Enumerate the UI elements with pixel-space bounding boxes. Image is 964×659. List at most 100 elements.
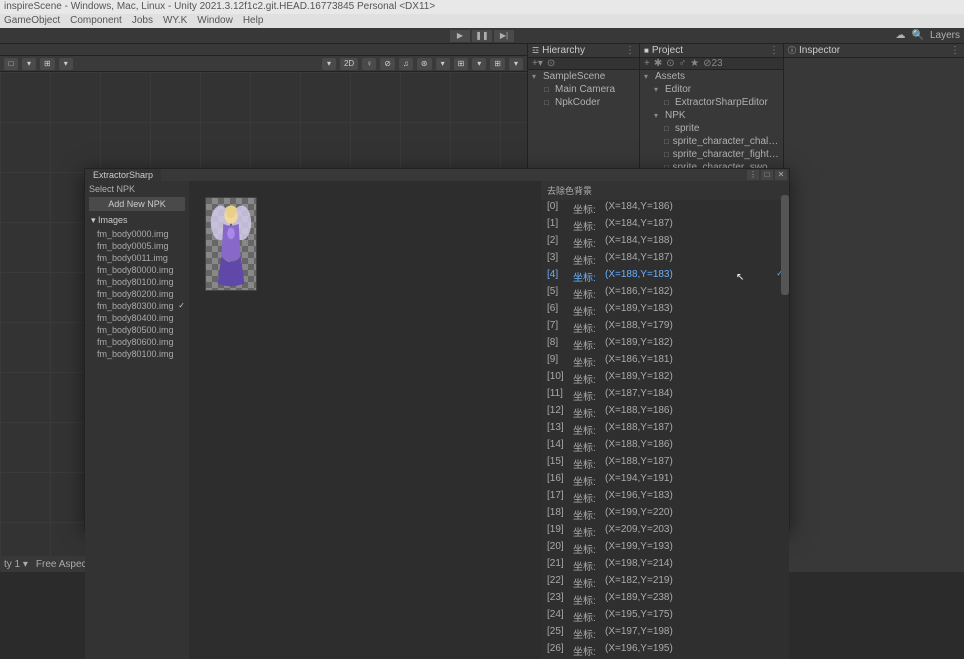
data-row[interactable]: [16]坐标:(X=194,Y=191) [543, 472, 787, 489]
pause-button[interactable]: ❚❚ [472, 30, 492, 42]
npk-item[interactable]: fm_body80000.img [85, 264, 189, 276]
scrollbar[interactable] [781, 195, 789, 295]
images-header[interactable]: ▾ Images [85, 213, 189, 228]
npk-item[interactable]: fm_body80100.img [85, 348, 189, 360]
toolbar-button[interactable]: ♀ [362, 58, 376, 70]
toolbar-icon[interactable]: ⊙ [666, 58, 674, 69]
toolbar-button[interactable]: ⊞ [454, 58, 469, 70]
maximize-button[interactable]: □ [761, 170, 773, 180]
tree-item[interactable]: □NpkCoder [528, 96, 639, 109]
toolbar-icon[interactable]: ✱ [654, 58, 662, 69]
tree-item[interactable]: ▾Editor [640, 83, 783, 96]
add-button[interactable]: +▾ [532, 58, 543, 69]
search-icon[interactable]: 🔍 [912, 30, 924, 41]
data-row[interactable]: [0]坐标:(X=184,Y=186) [543, 200, 787, 217]
tree-item[interactable]: □ExtractorSharpEditor [640, 96, 783, 109]
menu-item[interactable]: GameObject [4, 15, 60, 27]
npk-item[interactable]: fm_body80400.img [85, 312, 189, 324]
data-row[interactable]: [26]坐标:(X=196,Y=195) [543, 642, 787, 659]
data-row[interactable]: [10]坐标:(X=189,Y=182) [543, 370, 787, 387]
npk-item[interactable]: fm_body80500.img [85, 324, 189, 336]
toolbar-icon[interactable]: ⊘23 [703, 58, 723, 69]
dock-button[interactable]: ⋮ [747, 170, 759, 180]
data-row[interactable]: [13]坐标:(X=188,Y=187) [543, 421, 787, 438]
layers-dropdown[interactable]: Layers [930, 30, 960, 41]
play-button[interactable]: ▶ [450, 30, 470, 42]
toolbar-button[interactable]: ▾ [22, 58, 36, 70]
npk-item[interactable]: fm_body80200.img [85, 288, 189, 300]
toolbar-button[interactable]: ▾ [472, 58, 486, 70]
toolbar-button[interactable]: ⊛ [417, 58, 432, 70]
toolbar-button[interactable]: ▾ [59, 58, 73, 70]
toolbar-button[interactable]: ⊘ [380, 58, 395, 70]
data-row[interactable]: [23]坐标:(X=189,Y=238) [543, 591, 787, 608]
aspect-dropdown[interactable]: Free Aspect [36, 559, 89, 570]
toolbar-button[interactable]: ⊞ [490, 58, 505, 70]
extractor-tab-bar: ExtractorSharp ⋮ □ ✕ [85, 169, 789, 181]
data-row[interactable]: [5]坐标:(X=186,Y=182) [543, 285, 787, 302]
data-row[interactable]: [22]坐标:(X=182,Y=219) [543, 574, 787, 591]
menu-item[interactable]: Window [197, 15, 233, 27]
data-row[interactable]: [11]坐标:(X=187,Y=184) [543, 387, 787, 404]
npk-item[interactable]: fm_body80600.img [85, 336, 189, 348]
npk-item[interactable]: fm_body80100.img [85, 276, 189, 288]
toolbar-icon[interactable]: ♂ [679, 58, 687, 69]
data-row[interactable]: [7]坐标:(X=188,Y=179) [543, 319, 787, 336]
toolbar-icon[interactable]: ★ [690, 58, 699, 69]
cloud-icon[interactable]: ☁ [896, 30, 906, 41]
toolbar-button[interactable]: ♫ [399, 58, 413, 70]
tree-item[interactable]: □sprite_character_challenge2nd_ar [640, 135, 783, 148]
toolbar-button[interactable]: ▾ [322, 58, 336, 70]
search-icon[interactable]: ⊙ [547, 58, 555, 69]
inspector-panel: ⓘ Inspector ⋮ [784, 44, 964, 572]
data-row[interactable]: [25]坐标:(X=197,Y=198) [543, 625, 787, 642]
data-row[interactable]: [17]坐标:(X=196,Y=183) [543, 489, 787, 506]
data-row[interactable]: [12]坐标:(X=188,Y=186) [543, 404, 787, 421]
tree-item[interactable]: ▾SampleScene [528, 70, 639, 83]
select-npk-label: Select NPK [85, 181, 189, 197]
tree-item[interactable]: ▾NPK [640, 109, 783, 122]
data-row[interactable]: [14]坐标:(X=188,Y=186) [543, 438, 787, 455]
close-button[interactable]: ✕ [775, 170, 787, 180]
toolbar-button[interactable]: □ [4, 58, 18, 70]
data-row[interactable]: [20]坐标:(X=199,Y=193) [543, 540, 787, 557]
data-row[interactable]: [2]坐标:(X=184,Y=188) [543, 234, 787, 251]
display-dropdown[interactable]: ty 1 ▾ [4, 559, 28, 570]
add-npk-button[interactable]: Add New NPK [89, 197, 185, 211]
extractor-tab[interactable]: ExtractorSharp [85, 169, 161, 181]
data-row[interactable]: [9]坐标:(X=186,Y=181) [543, 353, 787, 370]
data-row[interactable]: [21]坐标:(X=198,Y=214) [543, 557, 787, 574]
toolbar-button[interactable]: ⊞ [40, 58, 55, 70]
toolbar-button[interactable]: 2D [340, 58, 358, 70]
data-row[interactable]: [8]坐标:(X=189,Y=182) [543, 336, 787, 353]
npk-item[interactable]: fm_body0000.img [85, 228, 189, 240]
npk-item[interactable]: fm_body0005.img [85, 240, 189, 252]
extractor-window: ExtractorSharp ⋮ □ ✕ Select NPK Add New … [84, 168, 790, 530]
menu-item[interactable]: Component [70, 15, 122, 27]
tree-item[interactable]: ▾Assets [640, 70, 783, 83]
data-row[interactable]: [6]坐标:(X=189,Y=183) [543, 302, 787, 319]
toolbar-icon[interactable]: + [644, 58, 650, 69]
npk-panel: Select NPK Add New NPK ▾ Images fm_body0… [85, 181, 189, 659]
data-row[interactable]: [24]坐标:(X=195,Y=175) [543, 608, 787, 625]
tree-item[interactable]: □sprite_character_fighter_atequipm [640, 148, 783, 161]
data-row[interactable]: [18]坐标:(X=199,Y=220) [543, 506, 787, 523]
data-row[interactable]: [3]坐标:(X=184,Y=187) [543, 251, 787, 268]
hierarchy-header-right: ⋮ [625, 45, 635, 56]
tree-item[interactable]: □Main Camera [528, 83, 639, 96]
npk-list: ▾ Images fm_body0000.imgfm_body0005.imgf… [85, 213, 189, 659]
scene-tab-bar [0, 44, 527, 56]
npk-item[interactable]: fm_body80300.img [85, 300, 189, 312]
data-row[interactable]: [19]坐标:(X=209,Y=203) [543, 523, 787, 540]
step-button[interactable]: ▶| [494, 30, 514, 42]
data-row[interactable]: [4]坐标:(X=188,Y=183) [543, 268, 787, 285]
toolbar-button[interactable]: ▾ [509, 58, 523, 70]
npk-item[interactable]: fm_body0011.img [85, 252, 189, 264]
data-row[interactable]: [15]坐标:(X=188,Y=187) [543, 455, 787, 472]
menu-item[interactable]: Jobs [132, 15, 153, 27]
tree-item[interactable]: □sprite [640, 122, 783, 135]
menu-item[interactable]: WY.K [163, 15, 187, 27]
data-row[interactable]: [1]坐标:(X=184,Y=187) [543, 217, 787, 234]
menu-item[interactable]: Help [243, 15, 264, 27]
toolbar-button[interactable]: ▾ [436, 58, 450, 70]
